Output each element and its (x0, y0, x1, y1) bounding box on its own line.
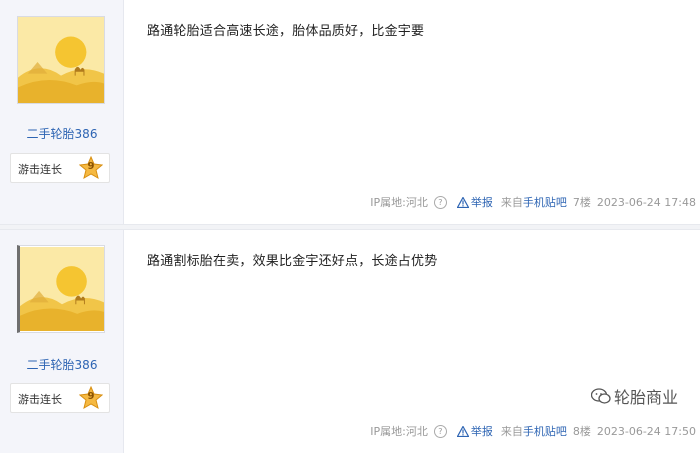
floor-number: 7楼 (572, 196, 591, 209)
help-icon[interactable]: ? (433, 195, 447, 209)
mobile-tieba-link[interactable]: 手机贴吧 (523, 196, 567, 209)
mobile-tieba-link[interactable]: 手机贴吧 (523, 425, 567, 438)
rank-label: 游击连长 (18, 393, 62, 406)
rank-badge[interactable]: 游击连长 9 (10, 383, 110, 413)
ip-location: IP属地:河北 (370, 196, 428, 209)
username-link[interactable]: 二手轮胎386 (0, 356, 124, 373)
level-number: 9 (87, 161, 95, 172)
report-label: 举报 (470, 196, 493, 209)
rank-badge[interactable]: 游击连长 9 (10, 153, 110, 183)
post-content: 路通轮胎适合高速长途，胎体品质好，比金宇要 (147, 24, 425, 39)
post-8: 二手轮胎386 游击连长 9 路通割标胎在卖，效果比金宇还好点，长途占优势 IP… (0, 230, 700, 453)
rank-label: 游击连长 (18, 163, 62, 176)
wechat-icon (590, 387, 611, 404)
desert-avatar-image (18, 17, 104, 103)
report-link[interactable]: 举报 (456, 194, 493, 210)
level-number: 9 (87, 391, 95, 402)
ip-location: IP属地:河北 (370, 425, 428, 438)
avatar[interactable] (17, 16, 105, 104)
author-sidebar: 二手轮胎386 游击连长 9 (0, 0, 124, 224)
post-content: 路通割标胎在卖，效果比金宇还好点，长途占优势 (147, 254, 438, 269)
post-time: 2023-06-24 17:50 (596, 424, 696, 438)
warning-icon (456, 196, 469, 208)
help-icon[interactable]: ? (433, 424, 447, 438)
star-level-icon: 9 (78, 385, 104, 410)
username-link[interactable]: 二手轮胎386 (0, 125, 124, 142)
desert-avatar-image (20, 247, 104, 331)
post-time: 2023-06-24 17:48 (596, 195, 696, 209)
warning-icon (456, 425, 469, 437)
post-7: 二手轮胎386 游击连长 9 路通轮胎适合高速长途，胎体品质好，比金宇要 IP属… (0, 0, 700, 224)
post-meta: IP属地:河北 ? 举报 来自手机贴吧 7楼 2023-06-24 17:48 (370, 194, 696, 210)
source-prefix: 来自 (500, 425, 523, 438)
star-level-icon: 9 (78, 155, 104, 180)
author-sidebar: 二手轮胎386 游击连长 9 (0, 230, 124, 453)
watermark-text: 轮胎商业 (613, 388, 678, 407)
floor-number: 8楼 (572, 425, 591, 438)
source-prefix: 来自 (500, 196, 523, 209)
report-link[interactable]: 举报 (456, 423, 493, 439)
avatar[interactable] (17, 245, 105, 333)
report-label: 举报 (470, 425, 493, 438)
watermark: 轮胎商业 (590, 384, 678, 408)
source-info: 来自手机贴吧 (501, 423, 567, 439)
source-info: 来自手机贴吧 (501, 194, 567, 210)
post-meta: IP属地:河北 ? 举报 来自手机贴吧 8楼 2023-06-24 17:50 (370, 423, 696, 439)
